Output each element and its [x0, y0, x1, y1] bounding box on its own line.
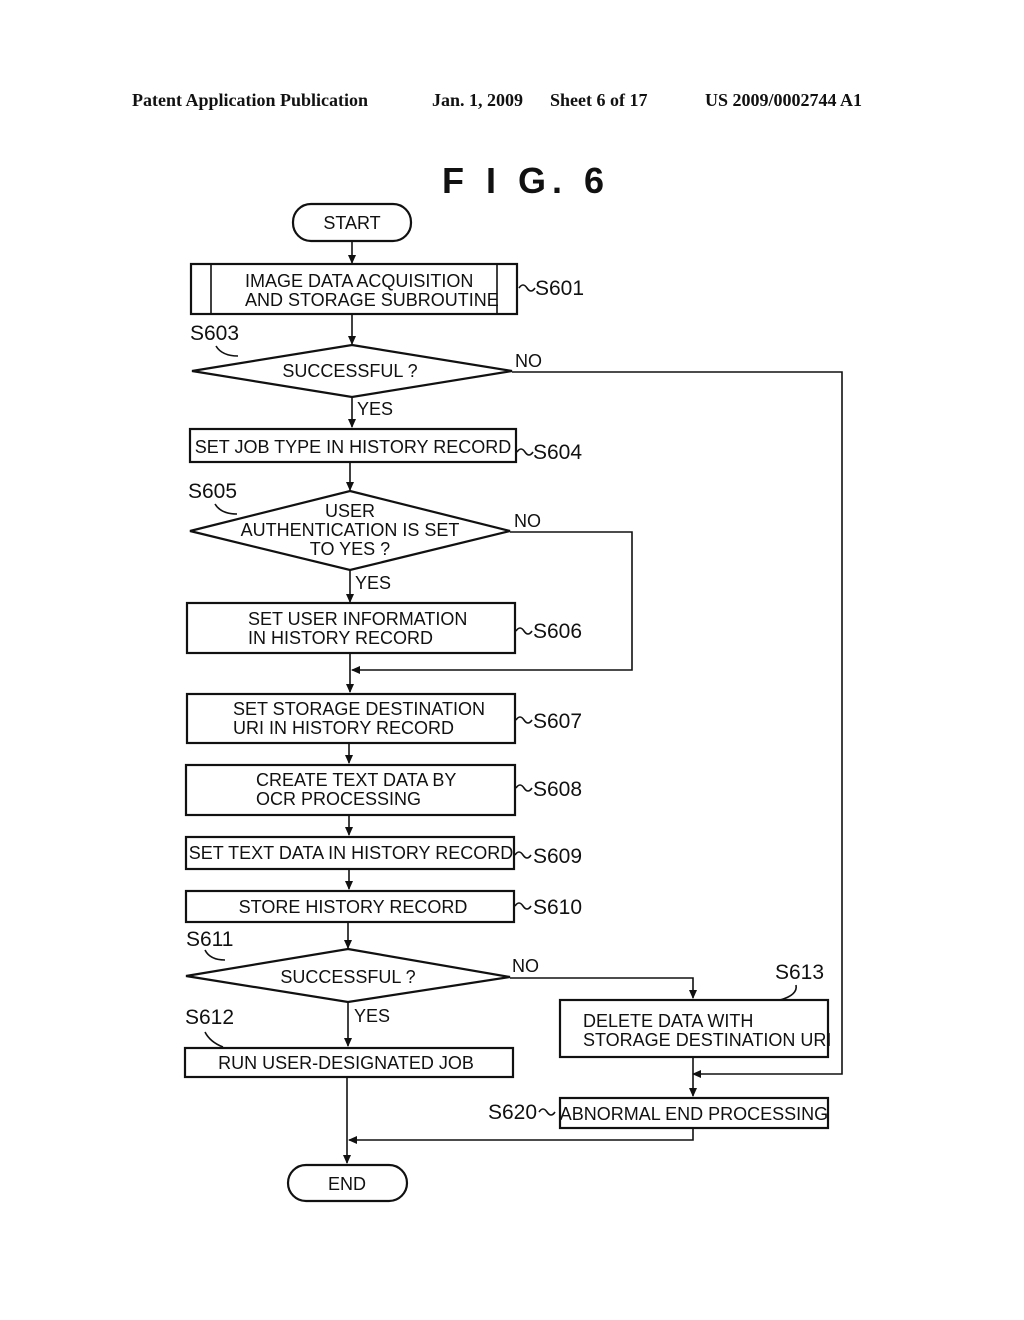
s608-process-box: CREATE TEXT DATA BY OCR PROCESSING	[184, 763, 517, 817]
s609-text: SET TEXT DATA IN HISTORY RECORD	[189, 843, 513, 863]
step-label-s601: S601	[535, 277, 584, 300]
s601-leader	[518, 284, 536, 292]
step-label-s612: S612	[185, 1006, 234, 1029]
s601-line-2: AND STORAGE SUBROUTINE	[245, 290, 499, 310]
s613-line-2: STORAGE DESTINATION URI	[583, 1030, 831, 1050]
s613-process-box: DELETE DATA WITH STORAGE DESTINATION URI	[558, 998, 831, 1059]
s609-leader	[514, 851, 532, 859]
step-label-s606: S606	[533, 620, 582, 643]
s620-leader	[538, 1108, 556, 1116]
s606-line-2: IN HISTORY RECORD	[248, 628, 433, 648]
step-label-s609: S609	[533, 845, 582, 868]
s606-leader	[515, 627, 533, 635]
s607-leader	[515, 716, 533, 724]
s606-line-1: SET USER INFORMATION	[248, 609, 467, 629]
s612-process-box: RUN USER-DESIGNATED JOB	[183, 1046, 515, 1079]
start-terminal: START	[291, 202, 413, 243]
s611-leader	[204, 949, 226, 961]
s605-yes-label: YES	[355, 573, 391, 593]
end-terminal: END	[286, 1163, 409, 1203]
s609-process-box: SET TEXT DATA IN HISTORY RECORD	[184, 835, 516, 871]
s611-decision: SUCCESSFUL ?	[185, 947, 511, 1004]
step-label-s603: S603	[190, 322, 239, 345]
s603-question: SUCCESSFUL ?	[282, 361, 417, 381]
s604-process-box: SET JOB TYPE IN HISTORY RECORD	[188, 427, 518, 464]
step-label-s613: S613	[775, 961, 824, 984]
s610-leader	[514, 902, 532, 910]
s610-process-box: STORE HISTORY RECORD	[184, 889, 516, 924]
step-label-s607: S607	[533, 710, 582, 733]
step-label-s608: S608	[533, 778, 582, 801]
s604-text: SET JOB TYPE IN HISTORY RECORD	[195, 437, 511, 457]
s603-no-label: NO	[515, 351, 542, 371]
s612-text: RUN USER-DESIGNATED JOB	[218, 1053, 474, 1073]
s611-question: SUCCESSFUL ?	[280, 967, 415, 987]
s604-leader	[516, 448, 534, 456]
s605-leader	[214, 503, 238, 515]
end-label: END	[328, 1174, 366, 1194]
s613-leader	[779, 984, 797, 1001]
arrow-s620-to-end	[348, 1128, 694, 1144]
s606-process-box: SET USER INFORMATION IN HISTORY RECORD	[185, 601, 517, 655]
s607-process-box: SET STORAGE DESTINATION URI IN HISTORY R…	[185, 692, 517, 745]
start-label: START	[323, 213, 380, 233]
s607-line-1: SET STORAGE DESTINATION	[233, 699, 485, 719]
s620-text: ABNORMAL END PROCESSING	[560, 1104, 828, 1124]
s605-line-1: USER	[325, 501, 375, 521]
s607-line-2: URI IN HISTORY RECORD	[233, 718, 454, 738]
s608-line-1: CREATE TEXT DATA BY	[256, 770, 456, 790]
s613-line-1: DELETE DATA WITH	[583, 1011, 753, 1031]
step-label-s604: S604	[533, 441, 582, 464]
s603-leader	[215, 345, 239, 357]
s601-subroutine-box: IMAGE DATA ACQUISITION AND STORAGE SUBRO…	[189, 262, 519, 316]
step-label-s620: S620	[488, 1101, 537, 1124]
s605-line-3: TO YES ?	[310, 539, 390, 559]
s611-yes-label: YES	[354, 1006, 390, 1026]
s610-text: STORE HISTORY RECORD	[239, 897, 468, 917]
s605-no-label: NO	[514, 511, 541, 531]
s605-line-2: AUTHENTICATION IS SET	[241, 520, 460, 540]
s601-line-1: IMAGE DATA ACQUISITION	[245, 271, 473, 291]
s603-decision: SUCCESSFUL ?	[191, 343, 513, 399]
arrow-s611-no-to-s613	[510, 977, 697, 999]
step-label-s611: S611	[186, 928, 234, 951]
figure-title: F I G. 6	[442, 160, 610, 201]
s620-process-box: ABNORMAL END PROCESSING	[558, 1096, 830, 1130]
s608-line-2: OCR PROCESSING	[256, 789, 421, 809]
flowchart: F I G. 6 START IMAGE DATA ACQUISITION AN…	[183, 160, 843, 1203]
s608-leader	[515, 784, 533, 792]
s611-no-label: NO	[512, 956, 539, 976]
s612-leader	[204, 1031, 224, 1048]
step-label-s605: S605	[188, 480, 237, 503]
s603-yes-label: YES	[357, 399, 393, 419]
step-label-s610: S610	[533, 896, 582, 919]
s605-decision: USER AUTHENTICATION IS SET TO YES ?	[189, 489, 511, 572]
